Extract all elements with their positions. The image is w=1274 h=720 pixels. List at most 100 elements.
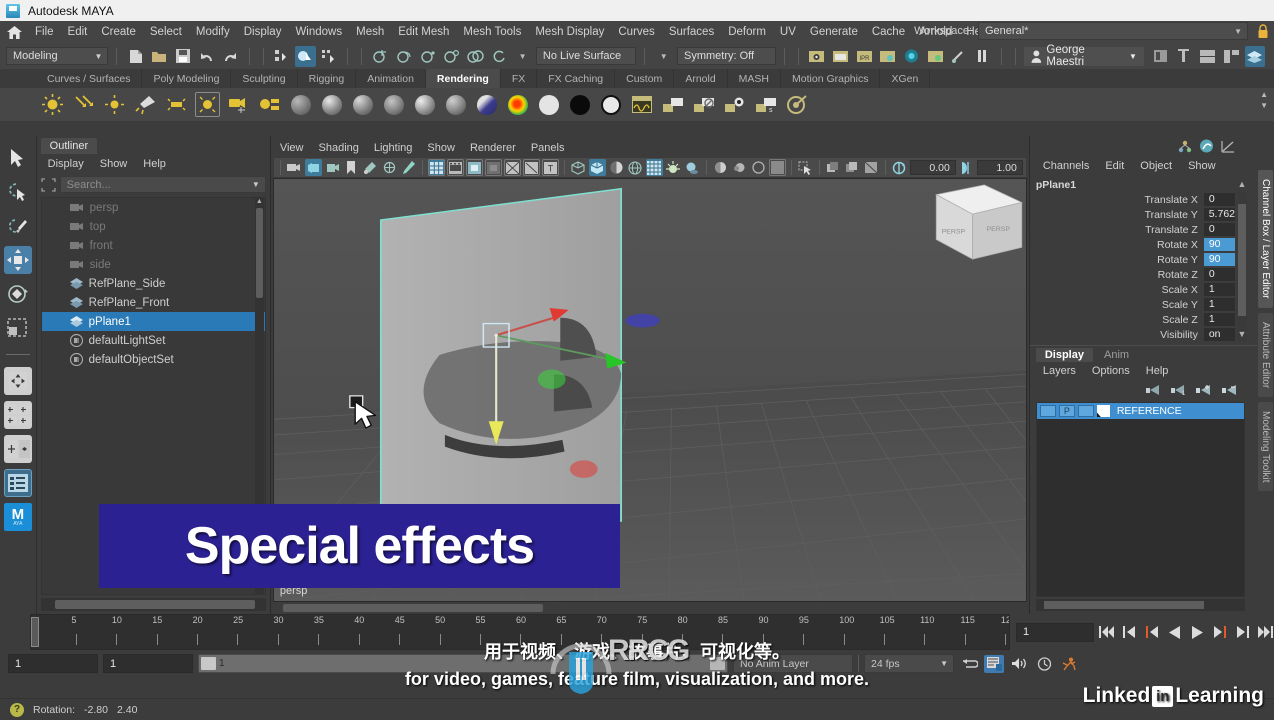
black-material-icon[interactable] [567,92,592,117]
multisample-icon[interactable] [750,159,767,176]
shelf-tab-poly-modeling[interactable]: Poly Modeling [142,69,232,88]
menu-item-modify[interactable]: Modify [189,24,237,40]
safe-title-icon[interactable] [522,159,540,176]
menu-item-create[interactable]: Create [94,24,143,40]
select-by-component-icon[interactable] [319,46,340,67]
tool-settings-icon[interactable] [1221,46,1242,67]
phong-material-icon[interactable] [350,92,375,117]
add-selected-icon[interactable] [1195,384,1211,396]
shelf-scroll-down-icon[interactable]: ▼ [1260,101,1268,110]
shelf-tab-xgen[interactable]: XGen [880,69,931,88]
area-light-icon[interactable] [164,92,189,117]
ramp-shader-icon[interactable] [474,92,499,117]
snap-to-grid-icon[interactable] [370,46,391,67]
select-by-hierarchy-icon[interactable] [272,46,293,67]
channel-value[interactable]: 0 [1203,192,1235,207]
select-by-object-icon[interactable] [295,45,316,67]
chevron-down-icon[interactable]: ▼ [512,46,533,67]
show-hide-editors-icon[interactable] [1150,46,1171,67]
menu-item-generate[interactable]: Generate [803,24,865,40]
exposure-value[interactable]: 0.00 [909,160,956,175]
camera-icon[interactable] [226,92,251,117]
shadows-icon[interactable] [684,159,701,176]
viewport-menu-renderer[interactable]: Renderer [463,141,523,155]
xray-active-components-icon[interactable] [844,159,861,176]
use-default-lighting-icon[interactable] [645,159,663,176]
layer-row-reference[interactable]: P REFERENCE [1036,403,1244,419]
channel-row-visibility[interactable]: Visibility on [1126,327,1235,342]
scrollbar-thumb[interactable] [54,600,255,609]
hypershade-window-icon[interactable] [629,92,654,117]
two-pane-layout-icon[interactable] [3,435,32,463]
chevron-down-icon[interactable]: ▼ [653,46,674,67]
shelf-tab-custom[interactable]: Custom [615,69,675,88]
layer-menu-options[interactable]: Options [1085,364,1137,378]
channel-value[interactable]: 5.762 [1203,207,1235,222]
white-material-icon[interactable] [536,92,561,117]
channel-value[interactable]: 1 [1203,297,1235,312]
shelf-tab-sculpting[interactable]: Sculpting [231,69,298,88]
move-tool-icon[interactable] [3,246,32,274]
lambert-material-icon[interactable] [288,92,313,117]
ipr-render-icon[interactable]: IPR [854,46,875,67]
menu-item-file[interactable]: File [28,24,61,40]
render-sequence-icon[interactable] [948,46,969,67]
remove-selected-icon[interactable] [1221,384,1237,396]
channel-box-icon[interactable] [1244,45,1266,67]
textured-icon[interactable] [627,159,644,176]
snap-to-projected-center-icon[interactable] [441,46,462,67]
use-background-icon[interactable] [598,92,623,117]
channel-row-scale-z[interactable]: Scale Z 1 [1126,312,1235,327]
point-light-icon[interactable] [102,92,127,117]
hypershade-icon[interactable] [901,46,922,67]
shelf-tab-animation[interactable]: Animation [356,69,426,88]
search-marquee-icon[interactable] [41,177,56,192]
layer-state-swatch[interactable] [1096,405,1110,417]
menu-item-surfaces[interactable]: Surfaces [662,24,721,40]
live-surface-field[interactable]: No Live Surface [535,47,637,65]
channel-menu-object[interactable]: Object [1133,159,1179,173]
channel-menu-show[interactable]: Show [1181,159,1223,173]
viewport-exposure-toggle-icon[interactable] [863,159,880,176]
directional-light-icon[interactable] [71,92,96,117]
menu-item-mesh-tools[interactable]: Mesh Tools [456,24,528,40]
isolate-select-icon[interactable] [768,159,786,176]
scrollbar-thumb[interactable] [282,604,543,612]
save-scene-icon[interactable] [173,46,194,67]
render-layer-off-icon[interactable] [691,92,716,117]
rotate-tool-icon[interactable] [4,280,32,308]
four-view-layout-icon[interactable] [3,367,32,395]
anisotropic-material-icon[interactable] [412,92,437,117]
render-layer-icon[interactable] [660,92,685,117]
field-chart-icon[interactable] [484,159,502,176]
menu-item-mesh-display[interactable]: Mesh Display [528,24,611,40]
outliner-tab[interactable]: Outliner [40,138,98,154]
select-camera-icon[interactable] [286,159,303,176]
xray-joints-icon[interactable] [825,159,842,176]
scale-tool-icon[interactable] [4,314,32,342]
new-layer-from-selected-icon[interactable]: 1 [1170,384,1185,396]
channel-row-translate-y[interactable]: Translate Y 5.762 [1126,207,1235,222]
open-scene-icon[interactable] [149,46,170,67]
shelf-tab-rigging[interactable]: Rigging [298,69,357,88]
shelf-tab-rendering[interactable]: Rendering [425,69,501,88]
channel-row-rotate-x[interactable]: Rotate X 90 [1126,237,1235,252]
menu-item-uv[interactable]: UV [773,24,803,40]
screen-space-ao-icon[interactable] [712,159,729,176]
outliner-item-pplane1[interactable]: pPlane1 [41,312,265,331]
channel-row-scale-y[interactable]: Scale Y 1 [1126,297,1235,312]
shelf-tab-fx[interactable]: FX [501,69,538,88]
layered-shader-icon[interactable] [443,92,468,117]
layer-shading-toggle[interactable] [1077,405,1094,417]
channel-value[interactable]: 90 [1203,237,1235,252]
side-tab-modeling-toolkit[interactable]: Modeling Toolkit [1258,401,1273,492]
layer-visibility-toggle[interactable] [1039,405,1056,417]
two-sided-lighting-icon[interactable] [665,159,682,176]
xray-icon[interactable] [797,159,814,176]
outliner-item-front[interactable]: front [42,236,265,255]
resolution-gate-icon[interactable] [446,159,464,176]
shelf-tab-arnold[interactable]: Arnold [674,69,728,88]
channel-row-rotate-z[interactable]: Rotate Z 0 [1126,267,1235,282]
help-icon[interactable]: ? [10,702,24,717]
viewport-menu-show[interactable]: Show [420,141,462,155]
